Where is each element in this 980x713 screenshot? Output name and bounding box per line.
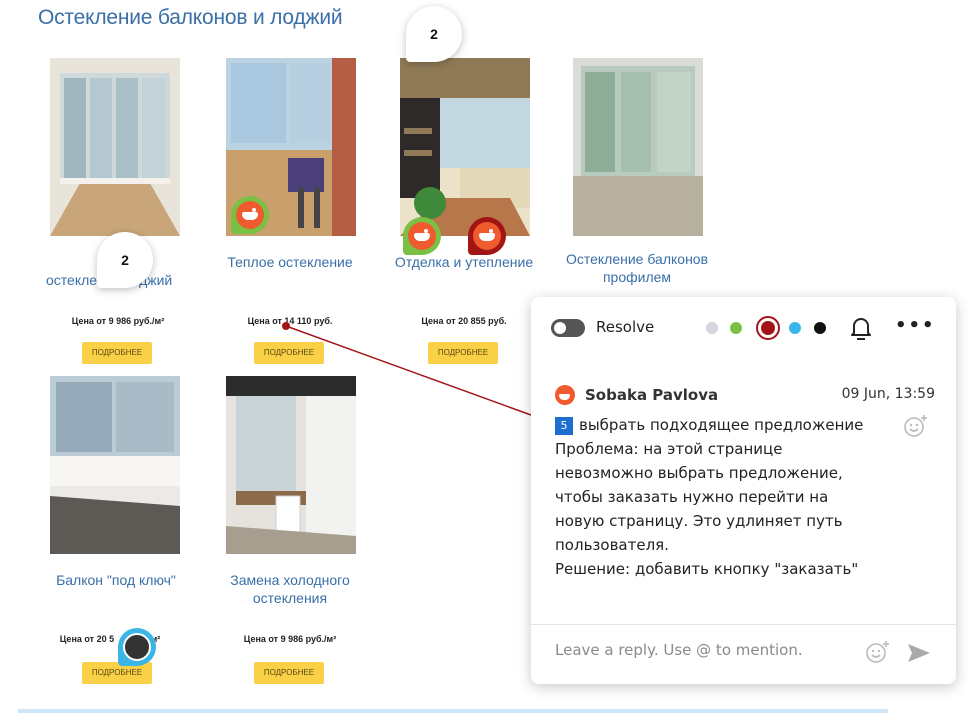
product-card[interactable]: Остекление балконов профилем (557, 58, 717, 298)
color-dot-red-selected[interactable] (756, 316, 780, 340)
page-title: Остекление балконов и лоджий (38, 6, 343, 29)
product-card[interactable]: Балкон "под ключ" Цена от 20 5/м² ПОДРОБ… (38, 376, 198, 686)
comment-line: невозможно выбрать предложение, (555, 464, 843, 482)
comment-panel: Resolve ••• Sobaka Pavlova 09 Jun, 13:59… (531, 297, 956, 684)
comment-line: новую страницу. Это удлиняет путь (555, 512, 843, 530)
comment-line: чтобы заказать нужно перейти на (555, 488, 829, 506)
avatar (408, 222, 436, 250)
divider (531, 624, 956, 625)
avatar (236, 201, 264, 229)
product-photo[interactable] (573, 58, 703, 236)
emoji-icon[interactable] (865, 639, 891, 665)
product-name[interactable]: Отделка и утепление (384, 253, 544, 271)
avatar (473, 222, 501, 250)
comment-pin[interactable] (118, 628, 156, 666)
comment-pin[interactable] (231, 196, 269, 234)
color-dot-green[interactable] (730, 322, 742, 334)
comment-count-bubble[interactable]: 2 (97, 232, 153, 288)
product-photo[interactable] (50, 58, 180, 236)
more-button[interactable]: ПОДРОБНЕЕ (82, 342, 152, 364)
product-name[interactable]: Балкон "под ключ" (36, 571, 196, 589)
more-button[interactable]: ПОДРОБНЕЕ (254, 342, 324, 364)
comment-number-badge: 5 (555, 417, 573, 435)
comment-pin[interactable] (403, 217, 441, 255)
comment-body: 5 выбрать подходящее предложение Проблема… (555, 413, 935, 581)
reply-input[interactable]: Leave a reply. Use @ to mention. (555, 641, 803, 659)
product-price: Цена от 14 110 руб. (247, 316, 333, 326)
product-name[interactable]: Замена холодного остекления (218, 571, 362, 607)
comment-line: Решение: добавить кнопку "заказать" (555, 560, 859, 578)
color-dot-black[interactable] (814, 322, 826, 334)
avatar (123, 633, 151, 661)
product-price: Цена от 9 986 руб./м² (243, 634, 337, 644)
more-button[interactable]: ПОДРОБНЕЕ (254, 662, 324, 684)
product-card[interactable]: Отделка и утепление Цена от 20 855 руб. … (384, 58, 544, 364)
add-reaction-icon[interactable] (903, 413, 929, 439)
resolve-toggle[interactable] (551, 319, 585, 337)
comment-count-bubble[interactable]: 2 (406, 6, 462, 62)
more-button[interactable]: ПОДРОБНЕЕ (428, 342, 498, 364)
product-photo[interactable] (400, 58, 530, 236)
color-dot-blue[interactable] (789, 322, 801, 334)
product-photo[interactable] (226, 376, 356, 554)
footer-bar (18, 709, 888, 713)
avatar (555, 385, 575, 405)
product-price: Цена от 20 5/м² (59, 634, 161, 644)
comment-line: пользователя. (555, 536, 669, 554)
product-name[interactable]: Остекление балконов профилем (565, 250, 709, 286)
product-name[interactable]: Теплое остекление (210, 253, 370, 271)
product-card[interactable]: Ф остекледжий Цена от 9 986 руб./м² ПОДР… (38, 58, 198, 364)
comment-timestamp: 09 Jun, 13:59 (841, 386, 935, 402)
send-icon[interactable] (906, 641, 932, 665)
more-options-icon[interactable]: ••• (895, 315, 936, 336)
comment-header: Sobaka Pavlova 09 Jun, 13:59 (555, 385, 935, 407)
comment-first-text: выбрать подходящее предложение (579, 416, 864, 434)
author-name: Sobaka Pavlova (585, 386, 719, 404)
product-photo[interactable] (50, 376, 180, 554)
comment-line: Проблема: на этой странице (555, 440, 783, 458)
comment-first-line: 5 выбрать подходящее предложение (555, 413, 935, 437)
color-dot-gray[interactable] (706, 322, 718, 334)
resolve-label: Resolve (596, 318, 655, 336)
product-price: Цена от 9 986 руб./м² (71, 316, 165, 326)
comment-pin-selected[interactable] (468, 217, 506, 255)
bell-icon[interactable] (849, 315, 873, 341)
product-price: Цена от 20 855 руб. (421, 316, 507, 326)
product-card[interactable]: Замена холодного остекления Цена от 9 98… (210, 376, 370, 686)
